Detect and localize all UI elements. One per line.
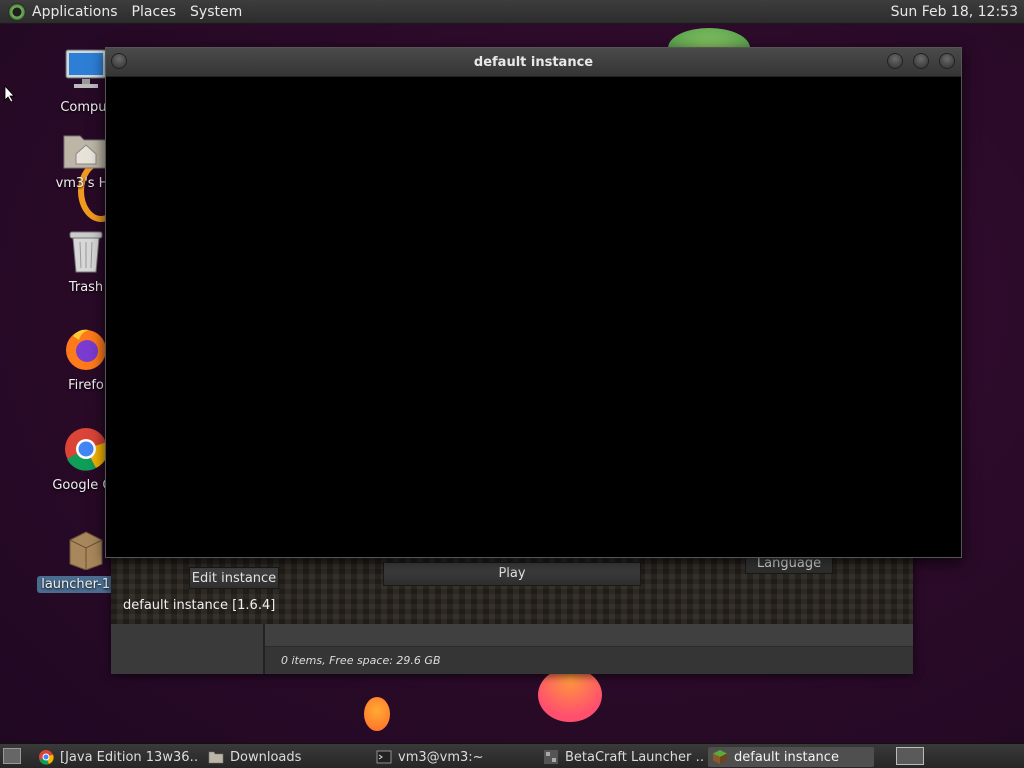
wallpaper-blob <box>538 668 602 722</box>
launcher-side-panel <box>111 624 265 674</box>
taskbar-item-downloads[interactable]: Downloads <box>208 747 358 767</box>
mate-logo-icon[interactable] <box>8 2 26 21</box>
package-icon <box>69 531 103 571</box>
terminal-icon <box>376 750 392 764</box>
grass-block-icon <box>713 750 727 764</box>
game-canvas[interactable] <box>106 77 961 557</box>
launcher-location-bar[interactable] <box>265 624 913 647</box>
betacraft-launcher-window: Language Edit instance Play default inst… <box>111 540 913 674</box>
menu-places[interactable]: Places <box>132 4 177 20</box>
computer-icon <box>65 49 107 88</box>
clock[interactable]: Sun Feb 18, 12:53 <box>891 4 1018 20</box>
maximize-button[interactable] <box>913 53 929 69</box>
taskbar: [Java Edition 13w36… Downloads vm3@vm3:~… <box>0 743 1024 768</box>
show-desktop-icon[interactable] <box>3 748 21 764</box>
desktop-icon-label: Comput <box>60 100 112 115</box>
selected-instance-label: default instance [1.6.4] <box>123 598 276 613</box>
status-bar-text: 0 items, Free space: 29.6 GB <box>281 654 441 667</box>
firefox-icon <box>66 329 106 370</box>
chrome-icon <box>65 428 109 471</box>
folder-icon <box>208 751 224 764</box>
window-title: default instance <box>473 55 594 70</box>
taskbar-item-label: vm3@vm3:~ <box>398 749 484 765</box>
top-panel: Applications Places System Sun Feb 18, 1… <box>0 0 1024 24</box>
workspace-switcher[interactable] <box>896 747 924 765</box>
taskbar-item-default-instance[interactable]: default instance <box>708 747 874 767</box>
desktop-icon-label: Trash <box>68 280 104 295</box>
window-titlebar[interactable]: default instance <box>106 48 961 77</box>
close-button[interactable] <box>939 53 955 69</box>
taskbar-item-label: Downloads <box>230 749 302 765</box>
menu-system[interactable]: System <box>190 4 242 20</box>
trash-icon <box>69 231 103 273</box>
taskbar-item-label: BetaCraft Launcher … <box>565 749 703 765</box>
betacraft-icon <box>544 750 558 764</box>
menu-applications[interactable]: Applications <box>32 4 118 20</box>
default-instance-window: default instance <box>105 47 962 558</box>
desktop-icon-label: Firefo <box>68 378 104 393</box>
taskbar-item-label: [Java Edition 13w36… <box>60 749 198 765</box>
minimize-button[interactable] <box>887 53 903 69</box>
edit-instance-button[interactable]: Edit instance <box>189 567 279 589</box>
play-button[interactable]: Play <box>383 562 641 586</box>
wallpaper-blob <box>364 697 390 731</box>
taskbar-item-label: default instance <box>734 749 839 765</box>
taskbar-item-betacraft[interactable]: BetaCraft Launcher … <box>543 747 703 767</box>
mouse-cursor-icon <box>4 85 15 103</box>
chrome-icon <box>39 750 54 765</box>
home-folder-icon <box>63 135 109 169</box>
taskbar-item-java-edition[interactable]: [Java Edition 13w36… <box>38 747 198 767</box>
taskbar-item-terminal[interactable]: vm3@vm3:~ <box>376 747 526 767</box>
launcher-bottom-panel: 0 items, Free space: 29.6 GB <box>111 624 913 674</box>
